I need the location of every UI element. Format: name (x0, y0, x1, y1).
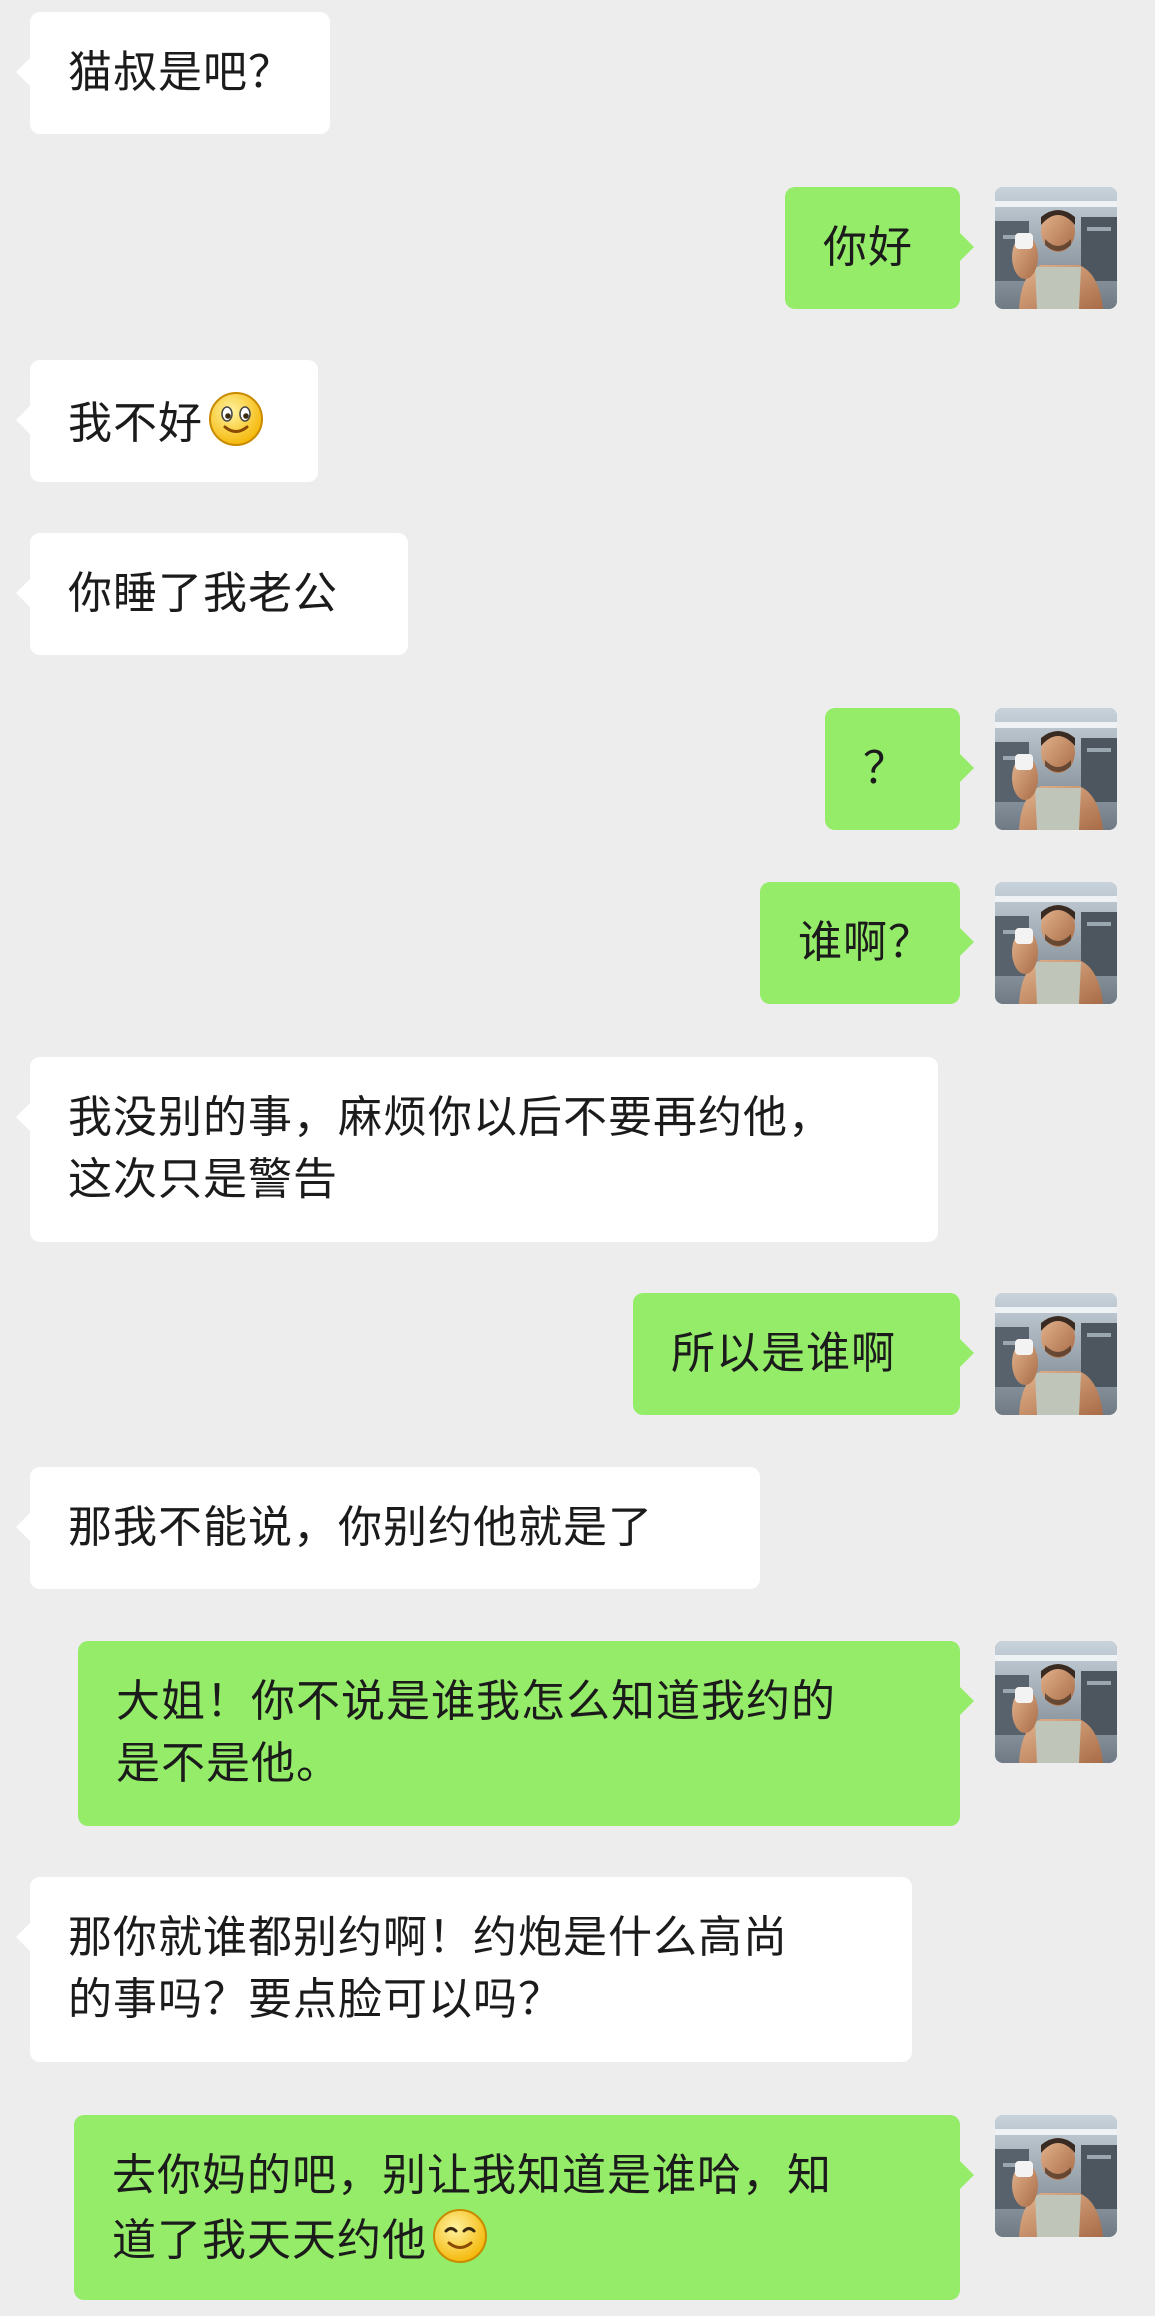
user-avatar-gym-photo-icon (995, 882, 1117, 1004)
message-text: 我没别的事，麻烦你以后不要再约他， (68, 1092, 833, 1143)
avatar[interactable] (995, 1293, 1117, 1415)
smile-emoji-icon (209, 392, 263, 446)
message-text: 的事吗？要点脸可以吗？ (68, 1974, 563, 2025)
message-text: 那你就谁都别约啊！约炮是什么高尚 (68, 1912, 788, 1963)
outgoing-bubble[interactable]: 去你妈的吧，别让我知道是谁哈，知 道了我天天约他 (74, 2115, 974, 2300)
avatar[interactable] (995, 2115, 1117, 2237)
message-text: 大姐！你不说是谁我怎么知道我约的 (116, 1676, 836, 1727)
incoming-bubble[interactable]: 我没别的事，麻烦你以后不要再约他， 这次只是警告 (16, 1057, 938, 1242)
outgoing-bubble[interactable]: 你好 (785, 187, 974, 309)
avatar[interactable] (995, 187, 1117, 309)
user-avatar-gym-photo-icon (995, 187, 1117, 309)
chat-message-list: 猫叔是吧？ 你好 我不好 你睡了我老公 ？ 谁啊？ 我没别的事，麻烦你以后不要再… (0, 0, 1155, 2316)
incoming-bubble[interactable]: 猫叔是吧？ (16, 12, 330, 134)
user-avatar-gym-photo-icon (995, 1641, 1117, 1763)
outgoing-bubble[interactable]: 所以是谁啊 (633, 1293, 974, 1415)
outgoing-bubble[interactable]: 谁啊？ (760, 882, 974, 1004)
message-text: 去你妈的吧，别让我知道是谁哈，知 (112, 2150, 832, 2201)
message-text: 谁啊？ (798, 917, 933, 968)
message-text: 猫叔是吧？ (68, 47, 293, 98)
message-text: ？ (863, 743, 908, 794)
avatar[interactable] (995, 708, 1117, 830)
user-avatar-gym-photo-icon (995, 708, 1117, 830)
incoming-bubble[interactable]: 那你就谁都别约啊！约炮是什么高尚 的事吗？要点脸可以吗？ (16, 1877, 912, 2062)
user-avatar-gym-photo-icon (995, 1293, 1117, 1415)
incoming-bubble[interactable]: 你睡了我老公 (16, 533, 408, 655)
message-text: 我不好 (68, 398, 203, 449)
avatar[interactable] (995, 1641, 1117, 1763)
smile-emoji-icon (433, 2209, 487, 2263)
message-text: 这次只是警告 (68, 1154, 338, 1205)
message-text: 你好 (823, 222, 913, 273)
user-avatar-gym-photo-icon (995, 2115, 1117, 2237)
outgoing-bubble[interactable]: ？ (825, 708, 974, 830)
message-text: 所以是谁啊 (671, 1328, 896, 1379)
avatar[interactable] (995, 882, 1117, 1004)
incoming-bubble[interactable]: 那我不能说，你别约他就是了 (16, 1467, 760, 1589)
outgoing-bubble[interactable]: 大姐！你不说是谁我怎么知道我约的 是不是他。 (78, 1641, 974, 1826)
message-text: 那我不能说，你别约他就是了 (68, 1502, 653, 1553)
message-text: 道了我天天约他 (112, 2215, 427, 2266)
message-text: 你睡了我老公 (68, 568, 338, 619)
incoming-bubble[interactable]: 我不好 (16, 360, 318, 482)
message-text: 是不是他。 (116, 1738, 341, 1789)
